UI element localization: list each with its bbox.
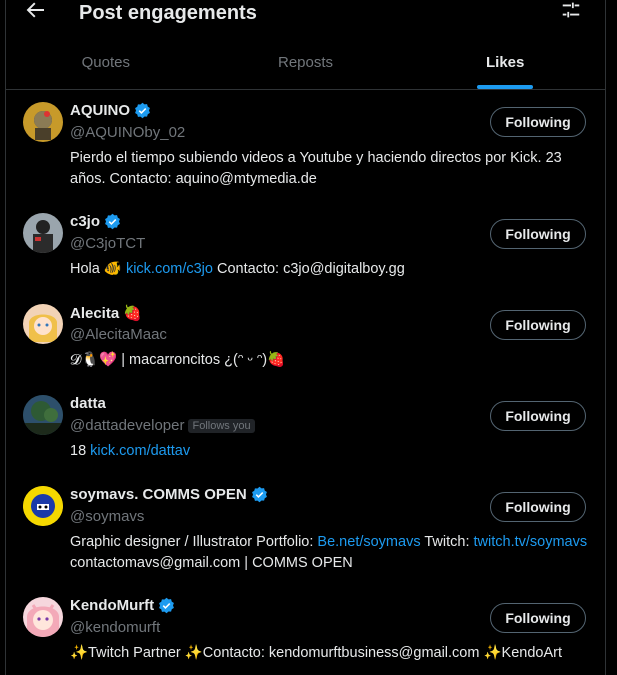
user-name[interactable]: soymavs. COMMS OPEN [70,486,268,503]
list-item[interactable]: soymavs. COMMS OPEN @soymavs Graphic des… [6,486,605,586]
following-button[interactable]: Following [490,310,586,340]
header: Post engagements [6,0,605,30]
follows-you-badge: Follows you [188,418,255,433]
verified-badge-icon [251,486,267,503]
user-name[interactable]: Alecita 🍓 [70,304,142,323]
user-handle: @kendomurft [70,619,161,636]
tab-likes[interactable]: Likes [405,34,605,89]
user-handle: @C3joTCT [70,235,146,252]
tab-bar: Quotes Reposts Likes [6,34,605,90]
avatar[interactable] [23,102,63,142]
following-button[interactable]: Following [490,492,586,522]
following-button[interactable]: Following [490,219,586,249]
list-item[interactable]: KendoMurft @kendomurft ✨Twitch Partner ✨… [6,597,605,675]
user-bio: Graphic designer / Illustrator Portfolio… [70,534,588,571]
following-button[interactable]: Following [490,603,586,633]
avatar[interactable] [23,486,63,526]
tab-label: Reposts [277,54,334,71]
user-bio: Pierdo el tiempo subiendo videos a Youtu… [70,150,562,187]
user-bio: Hola 🐠 kick.com/c3jo Contacto: c3jo@digi… [70,261,405,277]
arrow-left-icon[interactable] [23,0,47,22]
active-tab-indicator [477,85,534,89]
avatar[interactable] [23,597,63,637]
user-name[interactable]: datta [70,395,106,412]
following-button[interactable]: Following [490,401,586,431]
verified-badge-icon [135,102,150,119]
avatar[interactable] [23,395,63,435]
tab-label: Quotes [81,54,131,71]
avatar[interactable] [23,304,63,344]
user-name[interactable]: c3jo [70,213,121,230]
tab-quotes[interactable]: Quotes [6,34,206,89]
list-item[interactable]: AQUINO @AQUINOby_02 Pierdo el tiempo sub… [6,102,605,202]
bio-link[interactable]: kick.com/c3jo [126,261,213,277]
user-handle: @AQUINOby_02 [70,124,186,141]
verified-badge-icon [105,213,120,230]
following-button[interactable]: Following [490,107,586,137]
user-bio: 18 kick.com/dattav [70,443,191,459]
user-name[interactable]: AQUINO [70,102,151,119]
verified-badge-icon [159,597,175,614]
page-title: Post engagements [79,2,257,24]
user-handle: @dattadeveloper Follows you [70,417,255,434]
tab-label: Likes [486,54,525,71]
main-column: Post engagements Quotes Reposts Likes AQ… [5,0,606,675]
list-item[interactable]: c3jo @C3joTCT Hola 🐠 kick.com/c3jo Conta… [6,213,605,293]
user-handle: @soymavs [70,508,145,525]
list-item[interactable]: Alecita 🍓 @AlecitaMaac 𝓓🐧💖 | macarroncito… [6,304,605,384]
bio-link[interactable]: twitch.tv/soymavs [474,534,588,550]
bio-link[interactable]: Be.net/soymavs [317,534,420,550]
user-bio: ✨Twitch Partner ✨Contacto: kendomurftbus… [70,645,562,661]
user-handle: @AlecitaMaac [70,326,167,343]
user-bio: 𝓓🐧💖 | macarroncitos ¿(ᵔ ᵕ ᵔ)🍓 [70,352,286,368]
avatar[interactable] [23,213,63,253]
name-emoji: 🍓 [123,305,142,322]
user-name[interactable]: KendoMurft [70,597,175,614]
tab-reposts[interactable]: Reposts [206,34,406,89]
bio-link[interactable]: kick.com/dattav [90,443,190,459]
sliders-icon[interactable] [560,0,582,21]
list-item[interactable]: datta @dattadeveloper Follows you 18 kick… [6,395,605,475]
